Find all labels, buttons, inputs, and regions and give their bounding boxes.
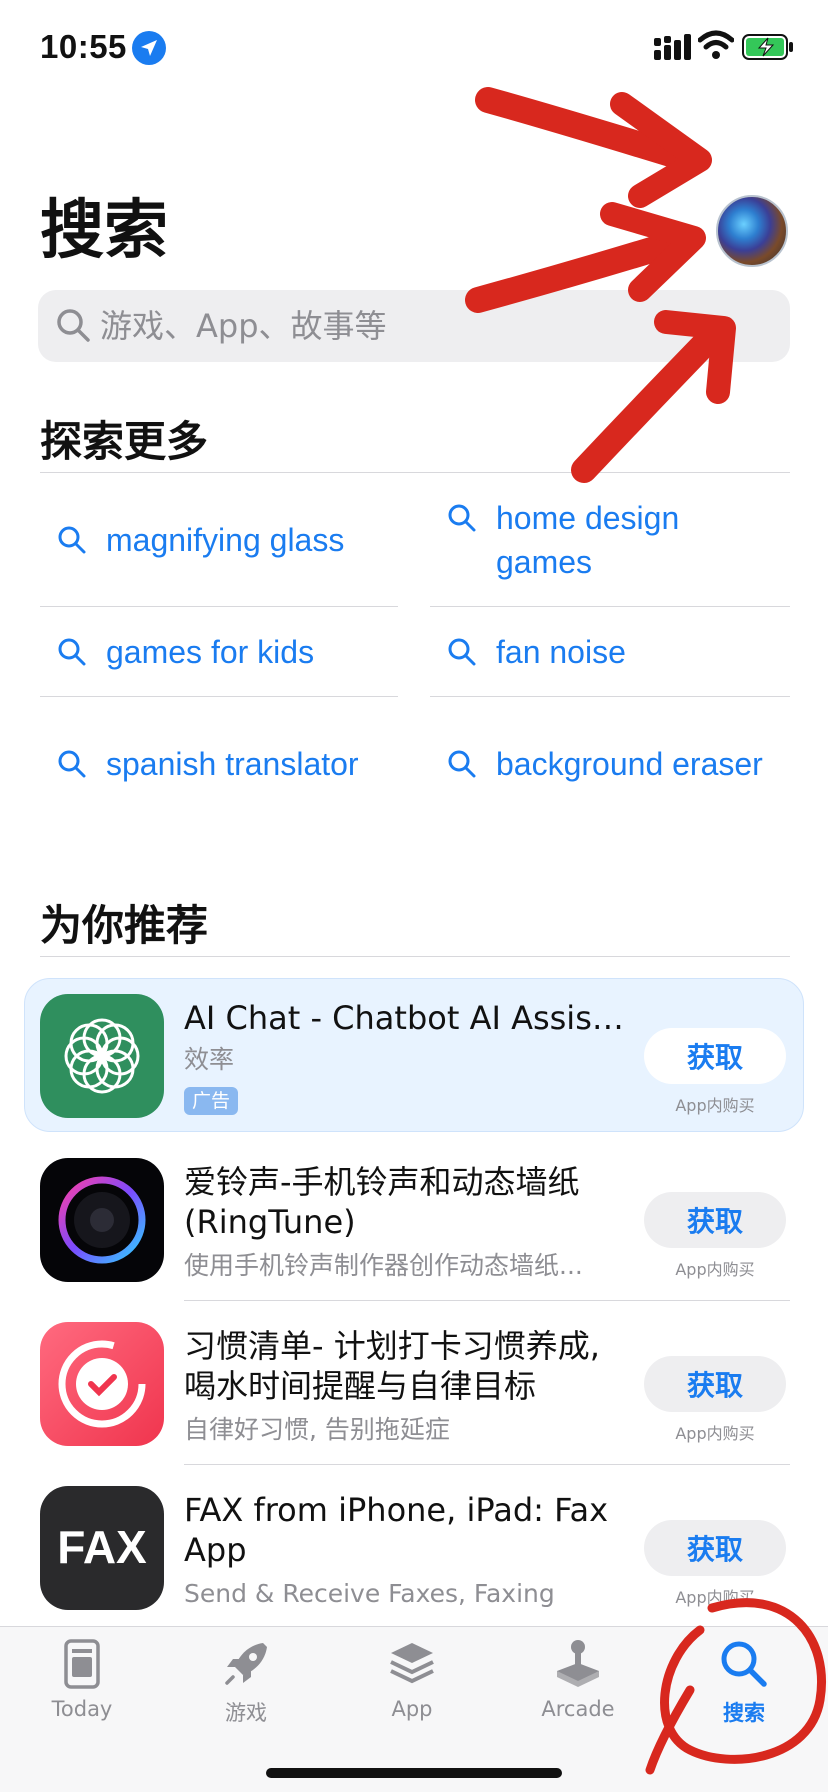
search-bar[interactable]: [38, 290, 790, 362]
app-subtitle: 自律好习惯, 告别拖延症: [184, 1415, 450, 1444]
today-icon: [64, 1639, 100, 1689]
annotation-arrowhead: [600, 202, 706, 302]
status-bar: 10:55: [0, 0, 828, 96]
app-subtitle: Send & Receive Faxes, Faxing: [184, 1579, 555, 1608]
status-time: 10:55: [40, 28, 127, 65]
divider: [40, 472, 790, 473]
ad-badge: 广告: [184, 1087, 238, 1115]
tab-search[interactable]: 搜索: [684, 1637, 804, 1737]
search-input[interactable]: [100, 290, 770, 362]
rocket-icon: [225, 1643, 267, 1685]
in-app-purchase-label: App内购买: [675, 1588, 755, 1607]
suggestion-label: background eraser: [496, 746, 763, 782]
suggestion-label: magnifying glass: [106, 522, 345, 558]
get-button[interactable]: 获取: [644, 1192, 786, 1248]
suggestion-label: spanish translator: [106, 746, 359, 782]
fax-app-icon[interactable]: FAX: [40, 1486, 164, 1610]
search-icon: [721, 1641, 767, 1687]
suggestion-label: games for kids: [106, 634, 315, 670]
battery-charging-icon: [742, 34, 793, 60]
tab-arcade[interactable]: Arcade: [518, 1637, 638, 1737]
in-app-purchase-label: App内购买: [675, 1260, 755, 1279]
ringtune-app-icon[interactable]: [40, 1158, 164, 1282]
app-subtitle: 使用手机铃声制作器创作动态墙纸...: [184, 1251, 583, 1280]
divider: [40, 696, 398, 697]
tab-label: 游戏: [225, 1701, 267, 1725]
joystick-icon: [557, 1640, 599, 1687]
home-indicator: [266, 1768, 562, 1778]
search-icon: [448, 504, 476, 532]
annotation-arrow: [475, 87, 703, 173]
get-button[interactable]: 获取: [644, 1356, 786, 1412]
in-app-purchase-label: App内购买: [675, 1096, 755, 1115]
ai-chat-app-icon[interactable]: [40, 994, 164, 1118]
divider: [430, 606, 790, 607]
location-arrow-icon: [132, 31, 166, 65]
account-avatar-button[interactable]: [716, 195, 788, 267]
tab-today[interactable]: Today: [22, 1637, 142, 1737]
habit-list-app-icon[interactable]: [40, 1322, 164, 1446]
divider: [184, 1300, 790, 1301]
in-app-purchase-label: App内购买: [675, 1424, 755, 1443]
divider: [184, 1464, 790, 1465]
discover-section-title: 探索更多: [40, 417, 209, 466]
layers-icon: [390, 1643, 434, 1684]
cellular-signal-icon: [654, 34, 691, 60]
wifi-icon: [698, 30, 734, 59]
app-name[interactable]: 爱铃声-手机铃声和动态墙纸(RingTune): [184, 1162, 634, 1242]
search-icon: [448, 638, 476, 666]
search-icon: [57, 309, 90, 342]
search-icon: [58, 526, 86, 554]
app-name[interactable]: 习惯清单- 计划打卡习惯养成, 喝水时间提醒与自律目标: [184, 1326, 634, 1406]
suggestion-magnifying-glass[interactable]: magnifying glass: [56, 518, 386, 562]
get-button[interactable]: 获取: [644, 1520, 786, 1576]
tab-label: App: [391, 1697, 433, 1721]
suggestion-spanish-translator[interactable]: spanish translator: [56, 742, 396, 786]
app-category: 效率: [184, 1045, 235, 1074]
suggestion-label: fan noise: [496, 634, 626, 670]
recommend-section-title: 为你推荐: [40, 901, 209, 950]
tab-apps[interactable]: App: [352, 1637, 472, 1737]
app-name[interactable]: AI Chat - Chatbot AI Assist...: [184, 998, 634, 1038]
annotation-arrowhead: [610, 92, 712, 208]
tab-games[interactable]: 游戏: [186, 1637, 306, 1737]
tab-label: 搜索: [723, 1701, 765, 1725]
search-icon: [58, 750, 86, 778]
suggestion-background-eraser[interactable]: background eraser: [446, 742, 796, 786]
suggestion-fan-noise[interactable]: fan noise: [446, 630, 796, 674]
page-title: 搜索: [40, 194, 168, 266]
suggestion-home-design-games[interactable]: home design games: [446, 496, 796, 584]
suggestion-games-for-kids[interactable]: games for kids: [56, 630, 386, 674]
divider: [40, 606, 398, 607]
search-icon: [58, 638, 86, 666]
get-button[interactable]: 获取: [644, 1028, 786, 1084]
suggestion-label: home design games: [496, 500, 680, 580]
divider: [40, 956, 790, 957]
divider: [430, 696, 790, 697]
tab-label: Today: [51, 1697, 113, 1721]
app-name[interactable]: FAX from iPhone, iPad: Fax App: [184, 1490, 634, 1570]
tab-label: Arcade: [541, 1697, 615, 1721]
fax-icon-label: FAX: [57, 1521, 147, 1573]
search-icon: [448, 750, 476, 778]
